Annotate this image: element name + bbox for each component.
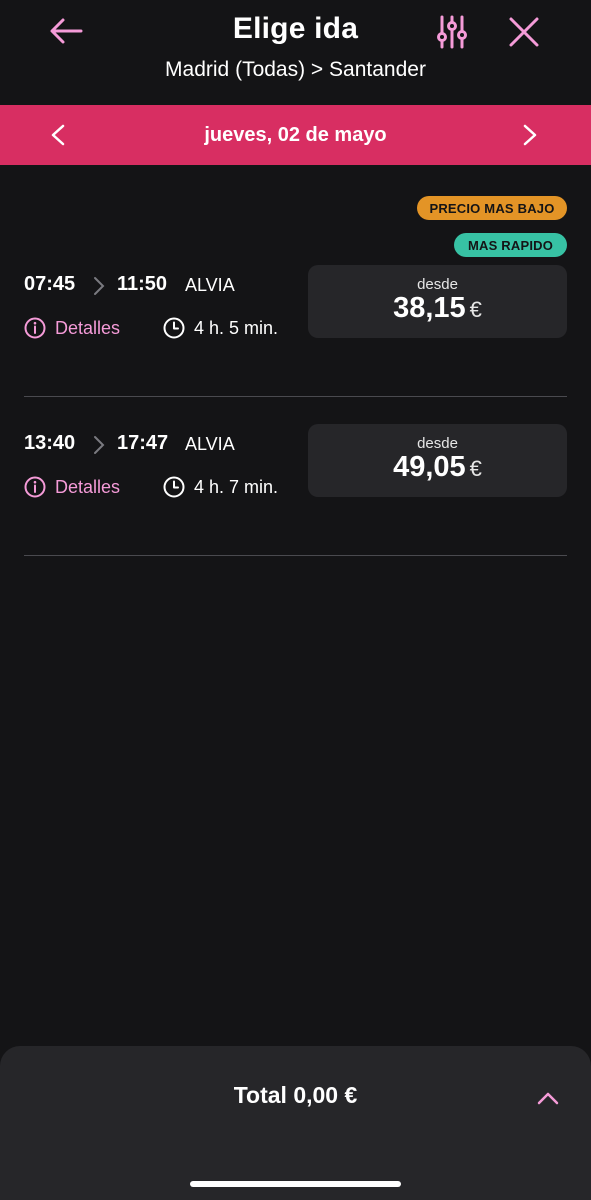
price-currency: € [469,456,482,481]
filter-button[interactable] [428,8,476,56]
total-bottom-sheet: Total 0,00 € [0,1046,591,1200]
close-icon [509,17,539,47]
chevron-up-icon [537,1092,559,1105]
trip-row: 07:45 11:50 ALVIA Detalles 4 h. 5 min. d… [0,265,591,393]
trip-duration: 4 h. 7 min. [163,476,278,498]
details-label: Detalles [55,476,121,497]
next-day-button[interactable] [506,111,554,159]
total-amount: Total 0,00 € [233,1082,358,1108]
expand-total-button[interactable] [526,1076,570,1120]
price-button[interactable]: desde 49,05 € [308,424,567,497]
divider [24,396,567,397]
badge-lowest-price: PRECIO MAS BAJO [417,196,567,220]
chevron-right-icon [94,436,105,454]
previous-day-button[interactable] [34,111,82,159]
close-button[interactable] [500,8,548,56]
details-link[interactable]: Detalles [24,476,120,498]
train-type: ALVIA [185,275,235,295]
info-icon [24,317,46,339]
price-prefix: desde [417,435,458,452]
chevron-right-icon [94,277,105,295]
divider [24,555,567,556]
duration-label: 4 h. 5 min. [194,317,279,338]
clock-icon [163,317,185,339]
departure-time: 07:45 [24,273,76,295]
arrow-left-icon [50,18,83,44]
price-prefix: desde [417,276,458,293]
sliders-icon [437,15,467,49]
train-type: ALVIA [185,434,235,454]
badge-fastest: MAS RAPIDO [454,233,567,257]
info-icon [24,476,46,498]
arrival-time: 17:47 [117,432,169,454]
departure-time: 13:40 [24,432,76,454]
chevron-left-icon [51,124,65,146]
date-selector: jueves, 02 de mayo [0,105,591,165]
page-title: Elige ida [232,12,359,45]
price-button[interactable]: desde 38,15 € [308,265,567,338]
route-subtitle: Madrid (Todas) > Santander [165,58,426,81]
price-value: 38,15 € [308,292,567,325]
chevron-right-icon [523,124,537,146]
header: Elige ida Madrid (Todas) > Santander [0,0,591,105]
duration-label: 4 h. 7 min. [194,476,279,497]
clock-icon [163,476,185,498]
arrival-time: 11:50 [117,273,168,295]
details-label: Detalles [55,317,121,338]
trip-row: 13:40 17:47 ALVIA Detalles 4 h. 7 min. d… [0,424,591,552]
price-currency: € [469,297,482,322]
trip-duration: 4 h. 5 min. [163,317,278,339]
price-value: 49,05 € [308,451,567,484]
selected-date: jueves, 02 de mayo [204,123,387,146]
details-link[interactable]: Detalles [24,317,120,339]
home-indicator [190,1181,401,1187]
price-amount: 38,15 [393,292,466,324]
back-button[interactable] [40,8,92,54]
price-amount: 49,05 [393,451,466,483]
